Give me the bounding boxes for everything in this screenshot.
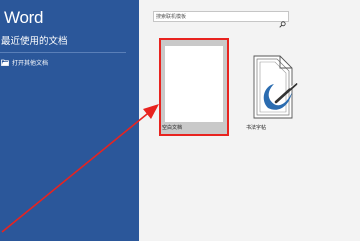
template-label: 书法字帖 xyxy=(246,125,267,131)
app-title: Word xyxy=(4,8,44,27)
search-icon[interactable] xyxy=(279,13,286,32)
search-box xyxy=(153,11,289,28)
template-blank-document[interactable]: 空白文档 xyxy=(159,38,229,136)
template-label: 空白文档 xyxy=(162,125,183,131)
search-input[interactable] xyxy=(156,12,276,21)
recent-documents-heading: 最近使用的文档 xyxy=(1,36,68,47)
template-gallery: 空白文档 书法字帖 xyxy=(139,0,360,241)
template-calligraphy[interactable]: 书法字帖 xyxy=(246,46,300,136)
folder-open-icon xyxy=(1,59,9,66)
sidebar-divider xyxy=(0,52,126,53)
open-other-documents-button[interactable]: 打开其他文档 xyxy=(1,58,48,67)
calligraphy-brush-icon xyxy=(253,55,298,119)
blank-document-thumbnail xyxy=(159,38,229,136)
sidebar: Word 最近使用的文档 打开其他文档 xyxy=(0,0,139,241)
blank-page-preview xyxy=(165,46,223,122)
open-other-documents-label: 打开其他文档 xyxy=(12,60,49,67)
